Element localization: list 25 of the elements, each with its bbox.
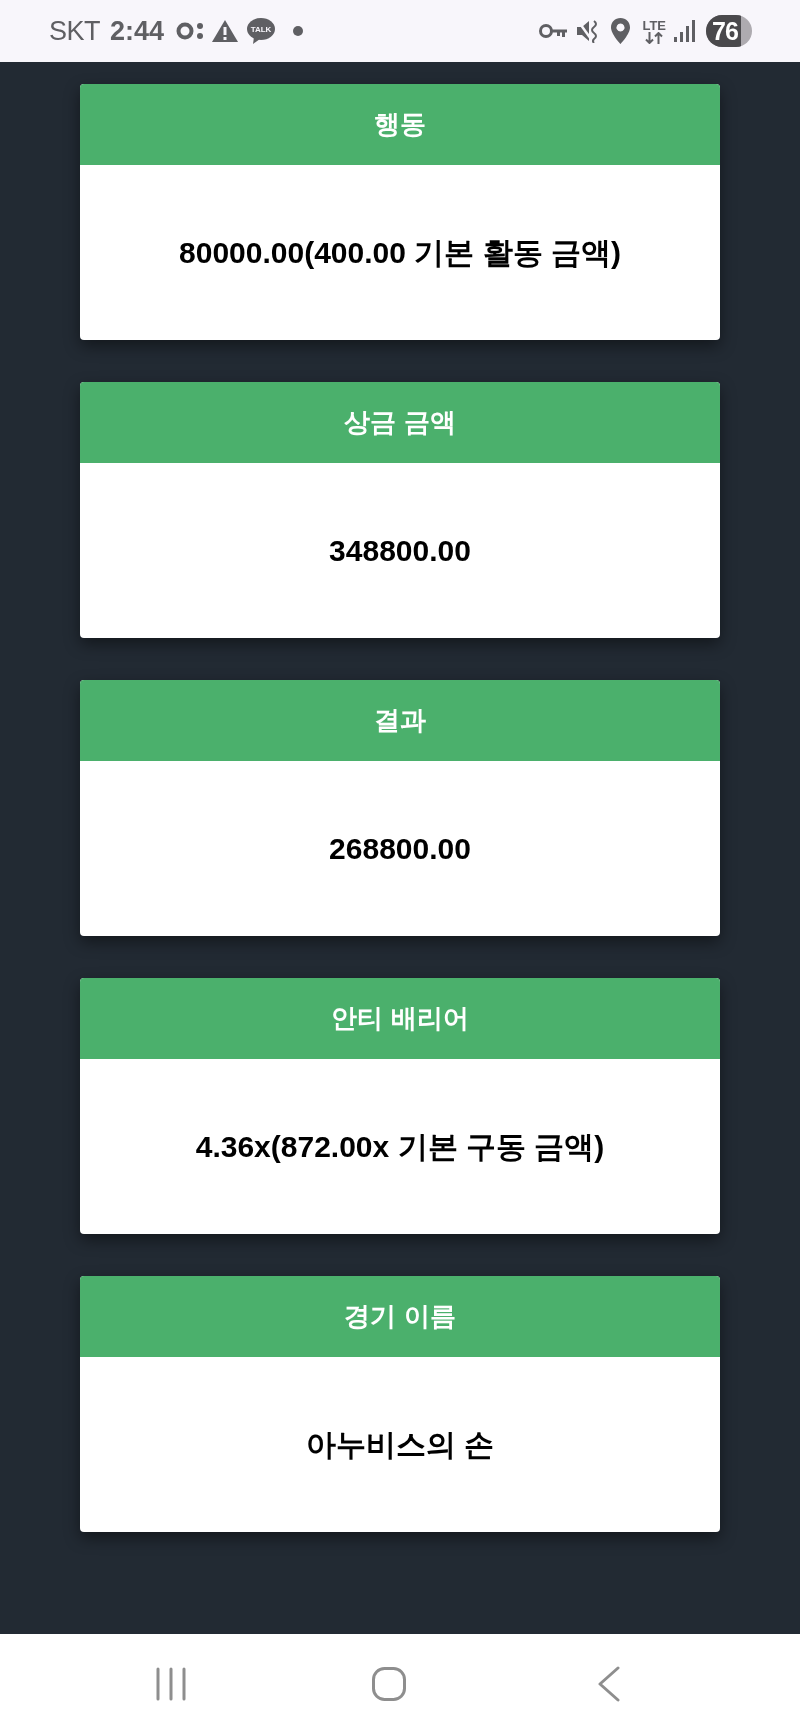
- clock-time: 2:44: [110, 17, 165, 45]
- card-value: 348800.00: [329, 532, 471, 569]
- data-arrows-icon: [645, 31, 664, 44]
- card-value: 80000.00(400.00 기본 활동 금액): [179, 234, 621, 271]
- card-title: 행동: [374, 108, 426, 141]
- recent-apps-icon[interactable]: [156, 1667, 186, 1701]
- record-icon: [176, 22, 205, 40]
- card-value: 268800.00: [329, 830, 471, 867]
- back-icon[interactable]: [598, 1666, 620, 1702]
- mute-vibrate-icon: [577, 19, 600, 43]
- card-title: 경기 이름: [344, 1300, 456, 1333]
- card-title: 상금 금액: [344, 406, 456, 439]
- card-value: 4.36x(872.00x 기본 구동 금액): [195, 1128, 605, 1165]
- carrier-name: SKT: [49, 17, 100, 45]
- battery-level: 76: [712, 18, 738, 44]
- location-pin-icon: [611, 18, 631, 44]
- home-icon[interactable]: [372, 1667, 406, 1701]
- card-title: 결과: [374, 704, 426, 737]
- key-icon: [539, 23, 568, 39]
- dot-icon: [293, 26, 304, 36]
- network-type: LTE: [642, 18, 666, 32]
- signal-icon: [674, 20, 695, 42]
- warning-icon: [212, 20, 239, 42]
- card-title: 안티 배리어: [331, 1002, 469, 1035]
- card-value: 아누비스의 손: [305, 1426, 495, 1463]
